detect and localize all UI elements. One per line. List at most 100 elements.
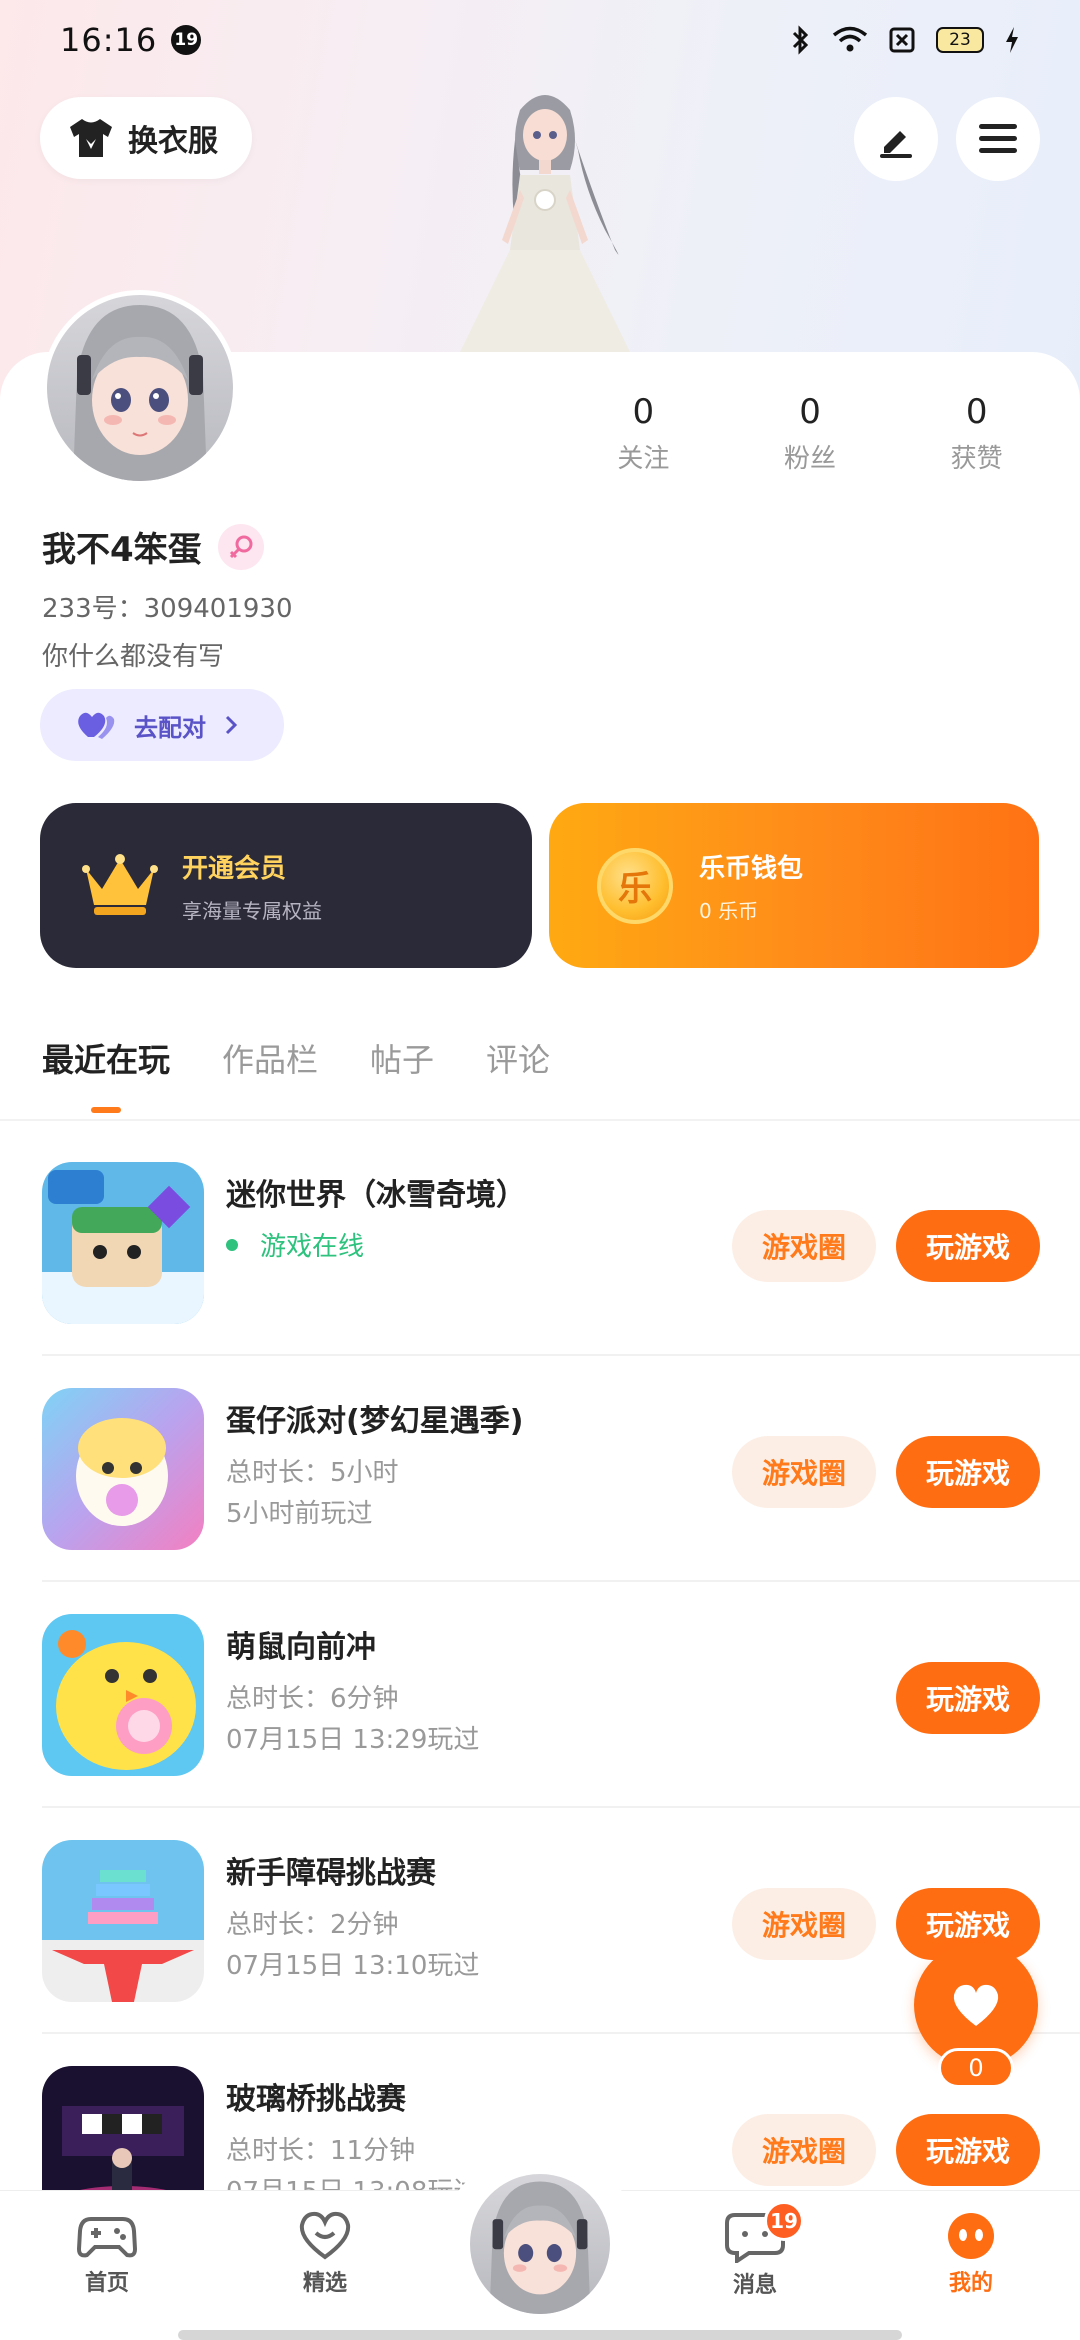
game-title: 新手障碍挑战赛: [226, 1856, 436, 1891]
edit-profile-button[interactable]: [854, 97, 938, 181]
home-indicator[interactable]: [178, 2330, 902, 2340]
coin-wallet-card[interactable]: 乐 乐币钱包 0 乐币: [549, 803, 1039, 968]
following-count: 0: [632, 392, 655, 432]
vip-title: 开通会员: [182, 853, 287, 884]
nav-messages-label: 消息: [732, 2273, 777, 2298]
tab-comments[interactable]: 评论: [486, 1035, 550, 1081]
online-status-label: 游戏在线: [260, 1232, 365, 1262]
female-gender-icon: [217, 523, 264, 570]
online-dot-icon: [226, 1238, 238, 1251]
chevron-right-icon: [225, 715, 238, 735]
nav-avatar-button[interactable]: [466, 2170, 614, 2318]
nav-mine[interactable]: 我的: [896, 2191, 1046, 2331]
stat-followers[interactable]: 0 粉丝: [727, 392, 894, 475]
play-game-button[interactable]: 玩游戏: [896, 2114, 1040, 2186]
charging-icon: [1006, 27, 1018, 53]
game-circle-button[interactable]: 游戏圈: [732, 1210, 876, 1282]
following-label: 关注: [617, 444, 670, 474]
followers-count: 0: [799, 392, 821, 432]
game-circle-button[interactable]: 游戏圈: [732, 1436, 876, 1508]
tab-recently-played[interactable]: 最近在玩: [42, 1035, 170, 1081]
nav-mine-label: 我的: [948, 2271, 993, 2296]
game-total-duration: 总时长：5小时: [226, 1458, 399, 1488]
play-game-button[interactable]: 玩游戏: [896, 1210, 1040, 1282]
user-avatar[interactable]: [42, 290, 238, 486]
game-total-duration: 总时长：2分钟: [226, 1910, 399, 1940]
tab-works[interactable]: 作品栏: [222, 1035, 318, 1081]
like-count-badge: 0: [938, 2048, 1014, 2088]
user-bio: 你什么都没有写: [42, 642, 225, 672]
game-last-played: 5小时前玩过: [226, 1499, 373, 1529]
avatar-portrait-image: [73, 305, 207, 481]
status-time: 16:16: [60, 21, 158, 59]
wallet-title: 乐币钱包: [699, 853, 804, 884]
change-outfit-button[interactable]: 换衣服: [40, 97, 252, 179]
user-id: 233号：309401930: [42, 594, 293, 624]
recent-games-list: 迷你世界（冰雪奇境） 游戏在线 游戏圈 玩游戏 蛋仔派对(梦幻星遇季) 总时长：…: [0, 1130, 1080, 2260]
list-item[interactable]: 蛋仔派对(梦幻星遇季) 总时长：5小时 5小时前玩过 游戏圈 玩游戏: [42, 1356, 1080, 1582]
username: 我不4笨蛋: [42, 530, 202, 570]
battery-icon: 23: [936, 27, 984, 53]
nav-featured[interactable]: 精选: [250, 2191, 400, 2331]
username-row: 我不4笨蛋: [42, 522, 264, 571]
game-last-played: 07月15日 13:10玩过: [226, 1951, 480, 1981]
game-total-duration: 总时长：11分钟: [226, 2136, 416, 2166]
stat-likes[interactable]: 0 获赞: [893, 392, 1060, 475]
game-title: 玻璃桥挑战赛: [226, 2082, 406, 2117]
game-title: 蛋仔派对(梦幻星遇季): [226, 1404, 524, 1439]
vip-membership-card[interactable]: 开通会员 享海量专属权益: [40, 803, 532, 968]
wifi-icon: [832, 26, 868, 52]
le-coin-icon: 乐: [597, 847, 673, 924]
play-game-button[interactable]: 玩游戏: [896, 1662, 1040, 1734]
stat-following[interactable]: 0 关注: [560, 392, 727, 475]
game-icon-obstacle-challenge[interactable]: [42, 1840, 204, 2002]
tab-posts[interactable]: 帖子: [370, 1035, 434, 1081]
menu-button[interactable]: [956, 97, 1040, 181]
profile-stats: 0 关注 0 粉丝 0 获赞: [560, 392, 1060, 475]
game-title: 迷你世界（冰雪奇境）: [226, 1178, 526, 1213]
game-icon-eggy-party[interactable]: [42, 1388, 204, 1550]
game-icon-mini-world[interactable]: [42, 1162, 204, 1324]
crown-icon: [82, 853, 158, 915]
game-total-duration: 总时长：6分钟: [226, 1684, 399, 1714]
nav-featured-label: 精选: [302, 2271, 347, 2296]
hamburger-menu-icon: [979, 124, 1017, 153]
nav-messages[interactable]: 消息 19: [680, 2191, 830, 2331]
heart-outline-icon: [299, 2211, 351, 2260]
nav-avatar-image: [489, 2181, 591, 2314]
sim-blocked-icon: [889, 27, 915, 53]
list-item[interactable]: 迷你世界（冰雪奇境） 游戏在线 游戏圈 玩游戏: [42, 1130, 1080, 1356]
heart-icon: [953, 1984, 999, 2026]
game-circle-button[interactable]: 游戏圈: [732, 2114, 876, 2186]
bluetooth-icon: [792, 25, 809, 55]
tab-divider: [0, 1119, 1080, 1121]
wallet-balance: 0 乐币: [699, 898, 759, 923]
game-title: 萌鼠向前冲: [226, 1630, 376, 1665]
game-icon-cute-mouse-run[interactable]: [42, 1614, 204, 1776]
profile-tabs: 最近在玩 作品栏 帖子 评论: [42, 1035, 550, 1081]
likes-count: 0: [965, 392, 988, 432]
go-pair-label: 去配对: [134, 713, 206, 742]
shirt-icon: [70, 119, 112, 157]
pencil-icon: [880, 131, 912, 158]
game-circle-button[interactable]: 游戏圈: [732, 1888, 876, 1960]
list-item[interactable]: 萌鼠向前冲 总时长：6分钟 07月15日 13:29玩过 玩游戏: [42, 1582, 1080, 1808]
play-game-button[interactable]: 玩游戏: [896, 1436, 1040, 1508]
go-pair-button[interactable]: 去配对: [40, 689, 284, 761]
nav-home-label: 首页: [84, 2271, 129, 2296]
game-online-status: 游戏在线: [226, 1226, 526, 1263]
battery-level: 23: [949, 30, 971, 50]
vip-subtitle: 享海量专属权益: [182, 898, 322, 923]
nav-home[interactable]: 首页: [32, 2191, 182, 2331]
double-heart-icon: [78, 712, 115, 739]
avatar-character-figure[interactable]: [420, 80, 670, 352]
gamepad-icon: [77, 2217, 137, 2258]
profile-face-icon: [948, 2213, 994, 2259]
status-bar: 16:16 19 23: [0, 0, 1080, 80]
notification-count-badge: 19: [171, 25, 202, 55]
messages-badge: 19: [764, 2201, 804, 2241]
game-last-played: 07月15日 13:29玩过: [226, 1725, 480, 1755]
change-outfit-label: 换衣服: [128, 124, 218, 159]
likes-label: 获赞: [950, 444, 1003, 474]
followers-label: 粉丝: [784, 444, 837, 474]
